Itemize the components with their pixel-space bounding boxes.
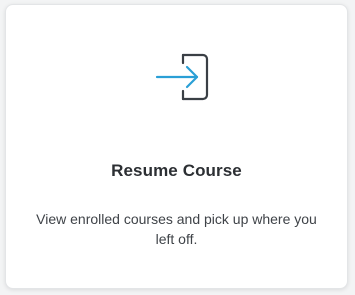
card-description: View enrolled courses and pick up where … — [36, 211, 317, 247]
resume-course-card[interactable]: Resume Course View enrolled courses and … — [5, 4, 348, 289]
sign-in-arrow-icon — [153, 51, 217, 103]
card-title: Resume Course — [111, 161, 242, 180]
